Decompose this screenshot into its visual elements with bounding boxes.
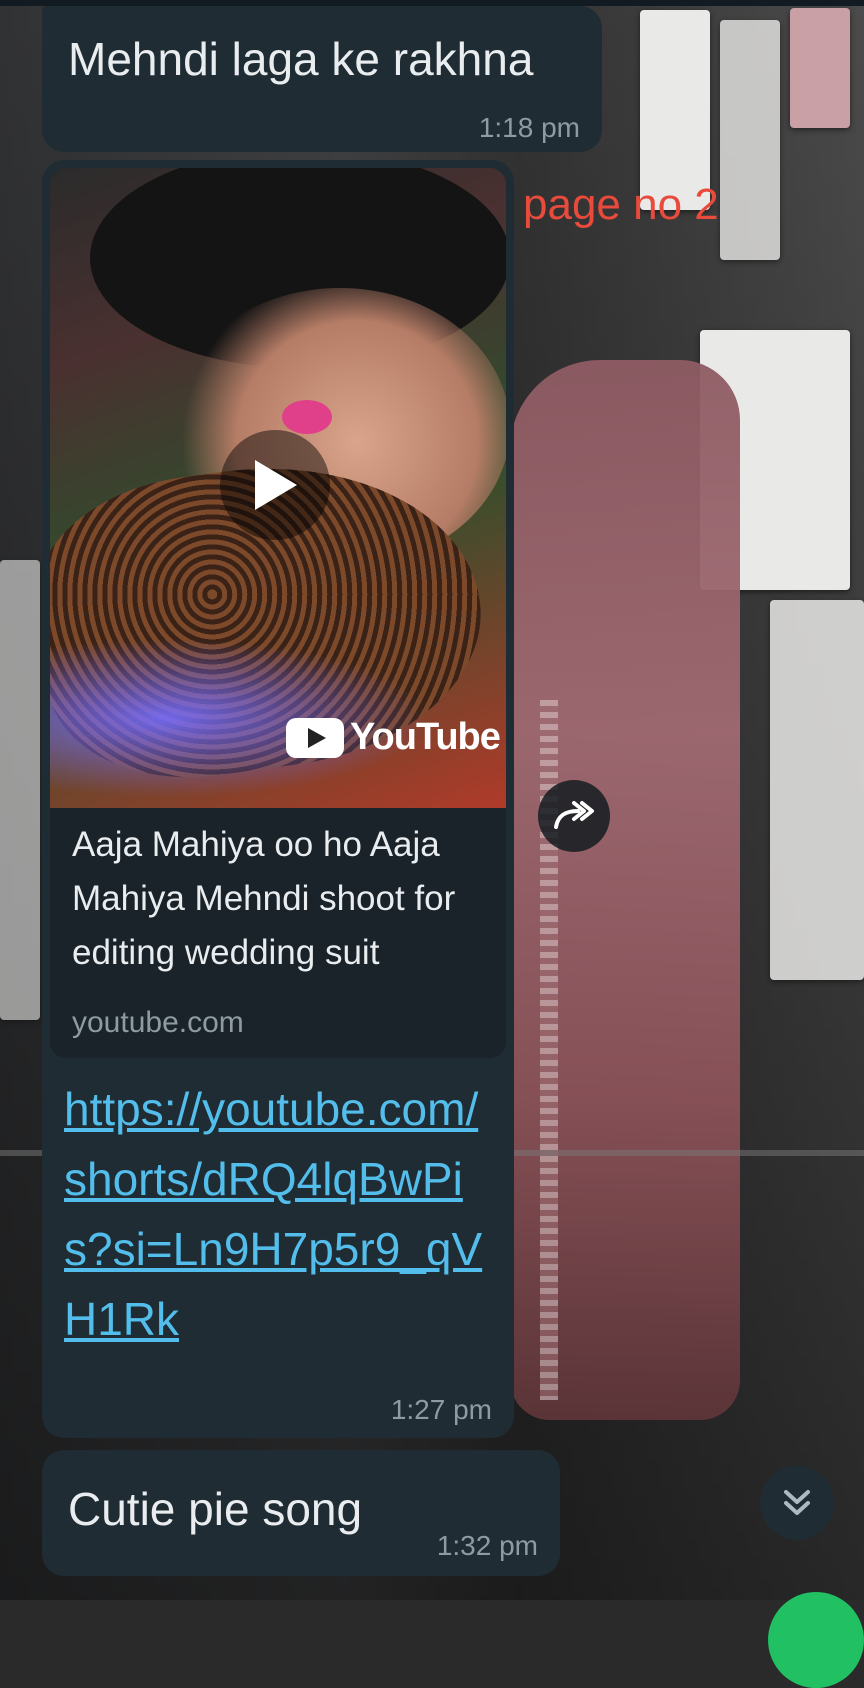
page-note-annotation: page no 2 bbox=[523, 180, 719, 229]
youtube-logo: YouTube bbox=[286, 716, 501, 759]
forward-button[interactable] bbox=[538, 780, 610, 852]
youtube-wordmark: YouTube bbox=[350, 716, 501, 758]
message-timestamp: 1:18 pm bbox=[478, 112, 580, 143]
double-chevron-down-icon bbox=[784, 1490, 810, 1515]
mic-button[interactable] bbox=[768, 1592, 864, 1688]
message-bubble-link[interactable]: YouTube Aaja Mahiya oo ho Aaja Mahiya Me… bbox=[42, 160, 514, 1438]
link-preview-card[interactable]: YouTube Aaja Mahiya oo ho Aaja Mahiya Me… bbox=[50, 168, 506, 1058]
link-preview-title: Aaja Mahiya oo ho Aaja Mahiya Mehndi sho… bbox=[72, 825, 456, 972]
message-link[interactable]: https://youtube.com/shorts/dRQ4lqBwPis?s… bbox=[64, 1074, 484, 1354]
forward-icon bbox=[554, 801, 594, 829]
link-preview-domain: youtube.com bbox=[72, 1006, 244, 1039]
play-icon bbox=[255, 460, 297, 510]
message-timestamp: 1:27 pm bbox=[390, 1394, 492, 1425]
message-text: Mehndi laga ke rakhna bbox=[68, 33, 534, 85]
play-button[interactable] bbox=[220, 430, 330, 540]
video-thumbnail[interactable]: YouTube bbox=[50, 168, 506, 808]
message-bubble[interactable]: Mehndi laga ke rakhna 1:18 pm bbox=[42, 6, 602, 152]
message-timestamp: 1:32 pm bbox=[436, 1530, 538, 1561]
message-bubble[interactable]: Cutie pie song 1:32 pm bbox=[42, 1450, 560, 1576]
scroll-to-bottom-button[interactable] bbox=[760, 1466, 834, 1540]
youtube-icon bbox=[286, 717, 344, 758]
message-text: Cutie pie song bbox=[68, 1483, 363, 1535]
